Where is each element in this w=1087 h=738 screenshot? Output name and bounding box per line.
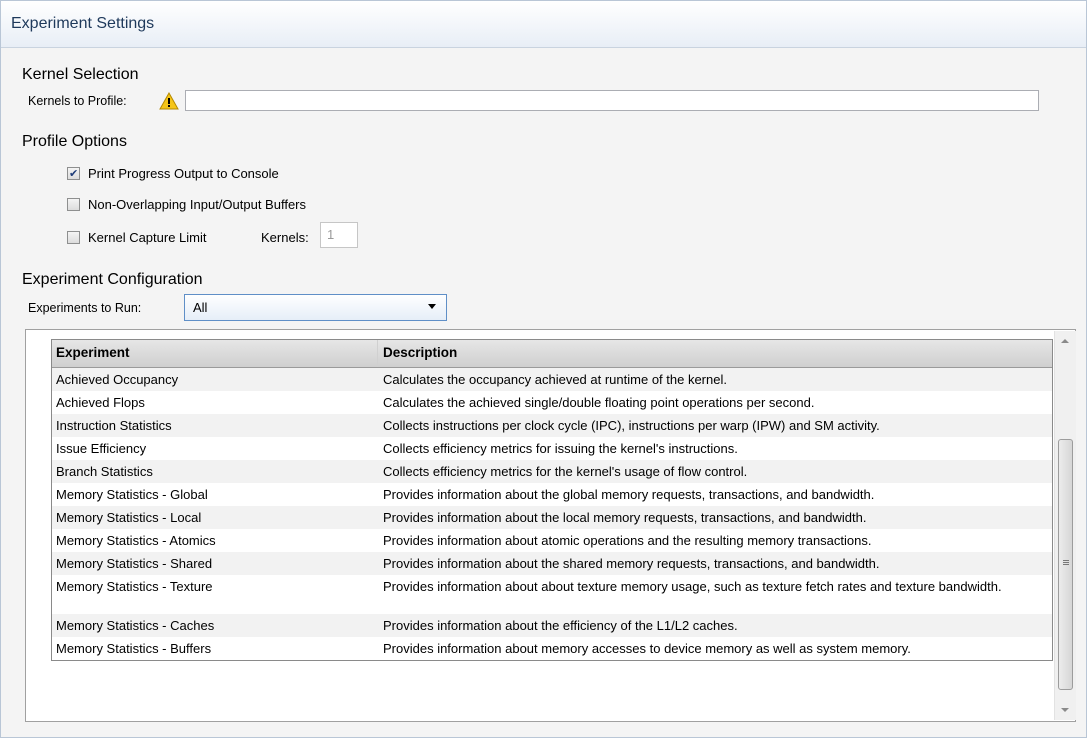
- experiments-grid: Experiment Description Achieved Occupanc…: [51, 339, 1053, 661]
- profile-options-title: Profile Options: [22, 133, 127, 150]
- table-row[interactable]: Memory Statistics - Global Provides info…: [52, 483, 1052, 506]
- scroll-up-arrow-icon[interactable]: [1061, 339, 1069, 343]
- grid-header-row: Experiment Description: [52, 340, 1052, 368]
- table-row[interactable]: Memory Statistics - Atomics Provides inf…: [52, 529, 1052, 552]
- experiment-description: Provides information about the local mem…: [383, 510, 867, 525]
- experiments-to-run-label: Experiments to Run:: [28, 301, 142, 315]
- experiments-grid-container: Experiment Description Achieved Occupanc…: [25, 329, 1076, 722]
- experiment-name: Memory Statistics - Buffers: [56, 641, 212, 656]
- column-divider: [377, 340, 378, 367]
- experiment-description: Provides information about atomic operat…: [383, 533, 872, 548]
- table-row[interactable]: Memory Statistics - Local Provides infor…: [52, 506, 1052, 529]
- experiment-name: Achieved Flops: [56, 395, 145, 410]
- experiment-name: Memory Statistics - Caches: [56, 618, 215, 633]
- grid-vertical-scrollbar[interactable]: [1054, 331, 1076, 720]
- experiment-description: Calculates the occupancy achieved at run…: [383, 372, 727, 387]
- kernel-capture-limit-checkbox[interactable]: [67, 231, 80, 244]
- experiment-description: Collects instructions per clock cycle (I…: [383, 418, 880, 433]
- experiment-description: Provides information about the efficienc…: [383, 618, 738, 633]
- table-row[interactable]: Memory Statistics - Caches Provides info…: [52, 614, 1052, 637]
- experiment-name: Branch Statistics: [56, 464, 153, 479]
- experiment-name: Memory Statistics - Atomics: [56, 533, 216, 548]
- experiment-settings-panel: Experiment Settings Kernel Selection Ker…: [0, 0, 1087, 738]
- checkmark-icon: ✔: [69, 168, 79, 180]
- chevron-down-icon: [428, 304, 436, 309]
- kernel-selection-title: Kernel Selection: [22, 66, 139, 83]
- table-row[interactable]: Memory Statistics - Buffers Provides inf…: [52, 637, 1052, 660]
- panel-title: Experiment Settings: [11, 15, 155, 32]
- experiment-name: Memory Statistics - Global: [56, 487, 208, 502]
- column-header-experiment[interactable]: Experiment: [56, 345, 130, 360]
- experiment-description: Collects efficiency metrics for issuing …: [383, 441, 738, 456]
- kernels-to-profile-label: Kernels to Profile:: [28, 94, 127, 108]
- kernels-count-input[interactable]: 1: [320, 222, 358, 248]
- scroll-down-arrow-icon[interactable]: [1061, 708, 1069, 712]
- print-progress-label: Print Progress Output to Console: [88, 166, 279, 181]
- table-row[interactable]: Memory Statistics - Shared Provides info…: [52, 552, 1052, 575]
- panel-header: Experiment Settings: [1, 1, 1086, 48]
- table-row[interactable]: Instruction Statistics Collects instruct…: [52, 414, 1052, 437]
- warning-icon: [159, 92, 179, 110]
- kernel-capture-limit-label: Kernel Capture Limit: [88, 230, 207, 245]
- experiment-name: Memory Statistics - Local: [56, 510, 202, 525]
- experiment-description: Collects efficiency metrics for the kern…: [383, 464, 748, 479]
- dropdown-selected-value: All: [193, 300, 208, 315]
- kernels-to-profile-input[interactable]: [185, 90, 1039, 111]
- kernels-count-label: Kernels:: [261, 230, 309, 245]
- experiment-description: Provides information about about texture…: [383, 579, 1002, 594]
- column-header-description[interactable]: Description: [383, 345, 457, 360]
- table-row[interactable]: Achieved Flops Calculates the achieved s…: [52, 391, 1052, 414]
- table-row[interactable]: Branch Statistics Collects efficiency me…: [52, 460, 1052, 483]
- experiment-name: Issue Efficiency: [56, 441, 147, 456]
- table-row[interactable]: Memory Statistics - Texture Provides inf…: [52, 575, 1052, 614]
- experiment-name: Achieved Occupancy: [56, 372, 179, 387]
- grip-icon: [1063, 560, 1069, 561]
- experiment-name: Memory Statistics - Texture: [56, 579, 213, 594]
- experiment-description: Provides information about the shared me…: [383, 556, 880, 571]
- table-row[interactable]: Issue Efficiency Collects efficiency met…: [52, 437, 1052, 460]
- print-progress-checkbox[interactable]: ✔: [67, 167, 80, 180]
- table-row[interactable]: Achieved Occupancy Calculates the occupa…: [52, 368, 1052, 391]
- experiments-to-run-dropdown[interactable]: All: [184, 294, 447, 321]
- experiment-name: Memory Statistics - Shared: [56, 556, 213, 571]
- experiment-configuration-title: Experiment Configuration: [22, 271, 203, 288]
- experiment-description: Provides information about memory access…: [383, 641, 911, 656]
- experiment-description: Provides information about the global me…: [383, 487, 875, 502]
- experiment-description: Calculates the achieved single/double fl…: [383, 395, 815, 410]
- non-overlapping-label: Non-Overlapping Input/Output Buffers: [88, 197, 306, 212]
- non-overlapping-checkbox[interactable]: [67, 198, 80, 211]
- scrollbar-thumb[interactable]: [1058, 439, 1073, 690]
- experiment-name: Instruction Statistics: [56, 418, 172, 433]
